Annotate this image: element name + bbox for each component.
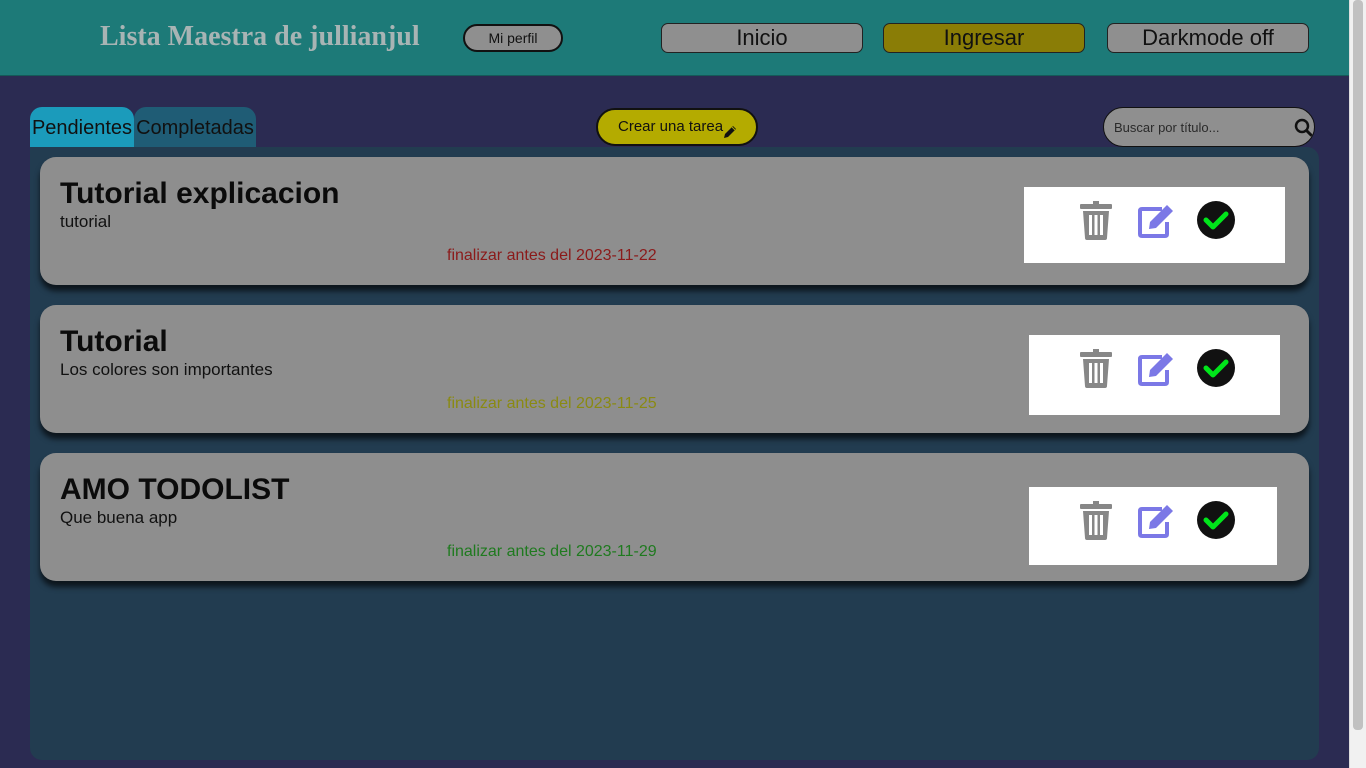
create-task-button[interactable]: Crear una tarea: [596, 108, 758, 146]
task-title: AMO TODOLIST: [60, 473, 290, 506]
task-due-date: finalizar antes del 2023-11-25: [447, 395, 657, 412]
task-card: Tutorial explicacion tutorial finalizar …: [40, 157, 1309, 285]
tab-completadas[interactable]: Completadas: [134, 107, 256, 149]
task-due-date: finalizar antes del 2023-11-22: [447, 247, 657, 264]
search-input[interactable]: [1104, 108, 1294, 146]
check-circle-icon[interactable]: [1196, 200, 1236, 240]
app-title: Lista Maestra de jullianjul: [100, 21, 420, 52]
check-circle-icon[interactable]: [1196, 500, 1236, 540]
scrollbar-thumb[interactable]: [1353, 0, 1363, 730]
create-task-label: Crear una tarea: [618, 118, 724, 135]
search-bar: [1103, 107, 1315, 147]
task-actions: [1024, 187, 1285, 263]
login-button[interactable]: Ingresar: [883, 23, 1085, 53]
top-header: Lista Maestra de jullianjul Mi perfil In…: [0, 0, 1350, 76]
task-card: Tutorial Los colores son importantes fin…: [40, 305, 1309, 433]
home-button[interactable]: Inicio: [661, 23, 863, 53]
trash-icon[interactable]: [1076, 200, 1116, 240]
task-title: Tutorial: [60, 325, 168, 358]
edit-icon[interactable]: [1136, 200, 1176, 240]
task-description: Los colores son importantes: [60, 360, 273, 379]
darkmode-toggle[interactable]: Darkmode off: [1107, 23, 1309, 53]
task-actions: [1029, 335, 1280, 415]
trash-icon[interactable]: [1076, 500, 1116, 540]
edit-icon[interactable]: [1136, 500, 1176, 540]
search-icon[interactable]: [1292, 108, 1314, 146]
tab-pendientes[interactable]: Pendientes: [30, 107, 134, 149]
task-actions: [1029, 487, 1277, 565]
check-circle-icon[interactable]: [1196, 348, 1236, 388]
task-due-date: finalizar antes del 2023-11-29: [447, 543, 657, 560]
task-description: tutorial: [60, 212, 112, 231]
trash-icon[interactable]: [1076, 348, 1116, 388]
profile-button[interactable]: Mi perfil: [463, 24, 563, 52]
edit-icon[interactable]: [1136, 348, 1176, 388]
task-title: Tutorial explicacion: [60, 177, 340, 210]
task-card: AMO TODOLIST Que buena app finalizar ant…: [40, 453, 1309, 581]
task-description: Que buena app: [60, 508, 178, 527]
page-scrollbar[interactable]: [1349, 0, 1366, 768]
